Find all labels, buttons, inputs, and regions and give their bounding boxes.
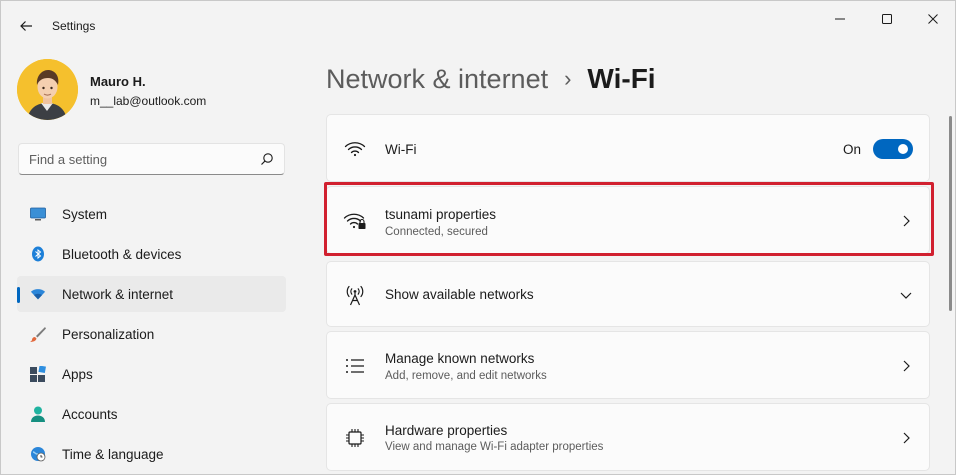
minimize-icon xyxy=(835,18,845,20)
sidebar-item-label: Accounts xyxy=(62,407,118,422)
available-networks-card[interactable]: Show available networks xyxy=(326,261,930,327)
sidebar-item-label: System xyxy=(62,207,108,222)
sidebar-item-label: Network & internet xyxy=(62,287,174,302)
bluetooth-icon xyxy=(30,246,46,262)
available-networks-label: Show available networks xyxy=(385,287,534,302)
back-button[interactable] xyxy=(15,15,37,37)
wifi-icon xyxy=(343,137,367,161)
list-icon xyxy=(343,354,367,378)
back-arrow-icon xyxy=(20,21,32,31)
antenna-icon xyxy=(343,283,367,307)
sidebar-item-apps[interactable]: Apps xyxy=(17,356,286,392)
chevron-right-icon xyxy=(903,432,910,444)
system-icon xyxy=(30,206,46,222)
known-networks-description: Add, remove, and edit networks xyxy=(385,370,547,382)
sidebar-nav: System Bluetooth & devices Network & int… xyxy=(17,196,286,474)
known-networks-label: Manage known networks xyxy=(385,351,535,366)
wifi-toggle[interactable] xyxy=(873,139,913,159)
search-box[interactable] xyxy=(18,143,285,175)
sidebar-item-network[interactable]: Network & internet xyxy=(17,276,286,312)
sidebar-item-label: Apps xyxy=(62,367,93,382)
sidebar-item-label: Personalization xyxy=(62,327,155,342)
settings-window: Settings Mauro H. m__lab@outlook.com Fin… xyxy=(0,0,956,475)
chevron-down-icon xyxy=(900,292,912,299)
sidebar-item-bluetooth[interactable]: Bluetooth & devices xyxy=(17,236,286,272)
wifi-toggle-state: On xyxy=(842,142,861,157)
title-bar: Settings xyxy=(1,1,955,49)
maximize-button[interactable] xyxy=(865,7,909,31)
known-networks-card[interactable]: Manage known networks Add, remove, and e… xyxy=(326,331,930,399)
sidebar-item-time-language[interactable]: Time & language xyxy=(17,436,286,472)
brush-icon xyxy=(30,326,46,342)
wifi-toggle-card: Wi-Fi On xyxy=(326,114,930,182)
sidebar-item-accounts[interactable]: Accounts xyxy=(17,396,286,432)
hardware-properties-card[interactable]: Hardware properties View and manage Wi-F… xyxy=(326,403,930,471)
chevron-right-icon xyxy=(903,215,910,227)
close-icon xyxy=(928,14,938,24)
user-email: m__lab@outlook.com xyxy=(90,94,207,108)
accounts-icon xyxy=(30,406,46,422)
network-properties-card[interactable]: tsunami properties Connected, secured xyxy=(326,186,930,254)
sidebar-item-label: Bluetooth & devices xyxy=(62,247,182,262)
chevron-right-icon xyxy=(903,360,910,372)
close-button[interactable] xyxy=(911,7,955,31)
page-title: Wi-Fi xyxy=(587,63,656,94)
chip-icon xyxy=(343,426,367,450)
avatar xyxy=(17,59,78,120)
hardware-properties-label: Hardware properties xyxy=(385,423,508,438)
sidebar-item-label: Time & language xyxy=(62,447,164,462)
breadcrumb: Network & internet › Wi-Fi xyxy=(326,59,656,99)
breadcrumb-separator: › xyxy=(564,66,572,91)
secured-wifi-icon xyxy=(343,209,367,233)
scrollbar[interactable] xyxy=(949,116,952,311)
network-name: tsunami properties xyxy=(385,207,497,222)
network-status: Connected, secured xyxy=(385,226,488,238)
sidebar-item-system[interactable]: System xyxy=(17,196,286,232)
app-title: Settings xyxy=(52,19,96,33)
hardware-properties-description: View and manage Wi-Fi adapter properties xyxy=(385,441,604,453)
wifi-icon xyxy=(30,286,46,302)
search-input[interactable] xyxy=(29,150,249,168)
sidebar-item-personalization[interactable]: Personalization xyxy=(17,316,286,352)
minimize-button[interactable] xyxy=(818,7,862,31)
wifi-label: Wi-Fi xyxy=(385,142,417,157)
user-name: Mauro H. xyxy=(90,74,146,89)
breadcrumb-parent[interactable]: Network & internet xyxy=(326,64,548,95)
globe-icon xyxy=(30,446,46,462)
apps-icon xyxy=(30,366,46,382)
maximize-icon xyxy=(882,14,892,24)
search-icon xyxy=(261,153,273,165)
